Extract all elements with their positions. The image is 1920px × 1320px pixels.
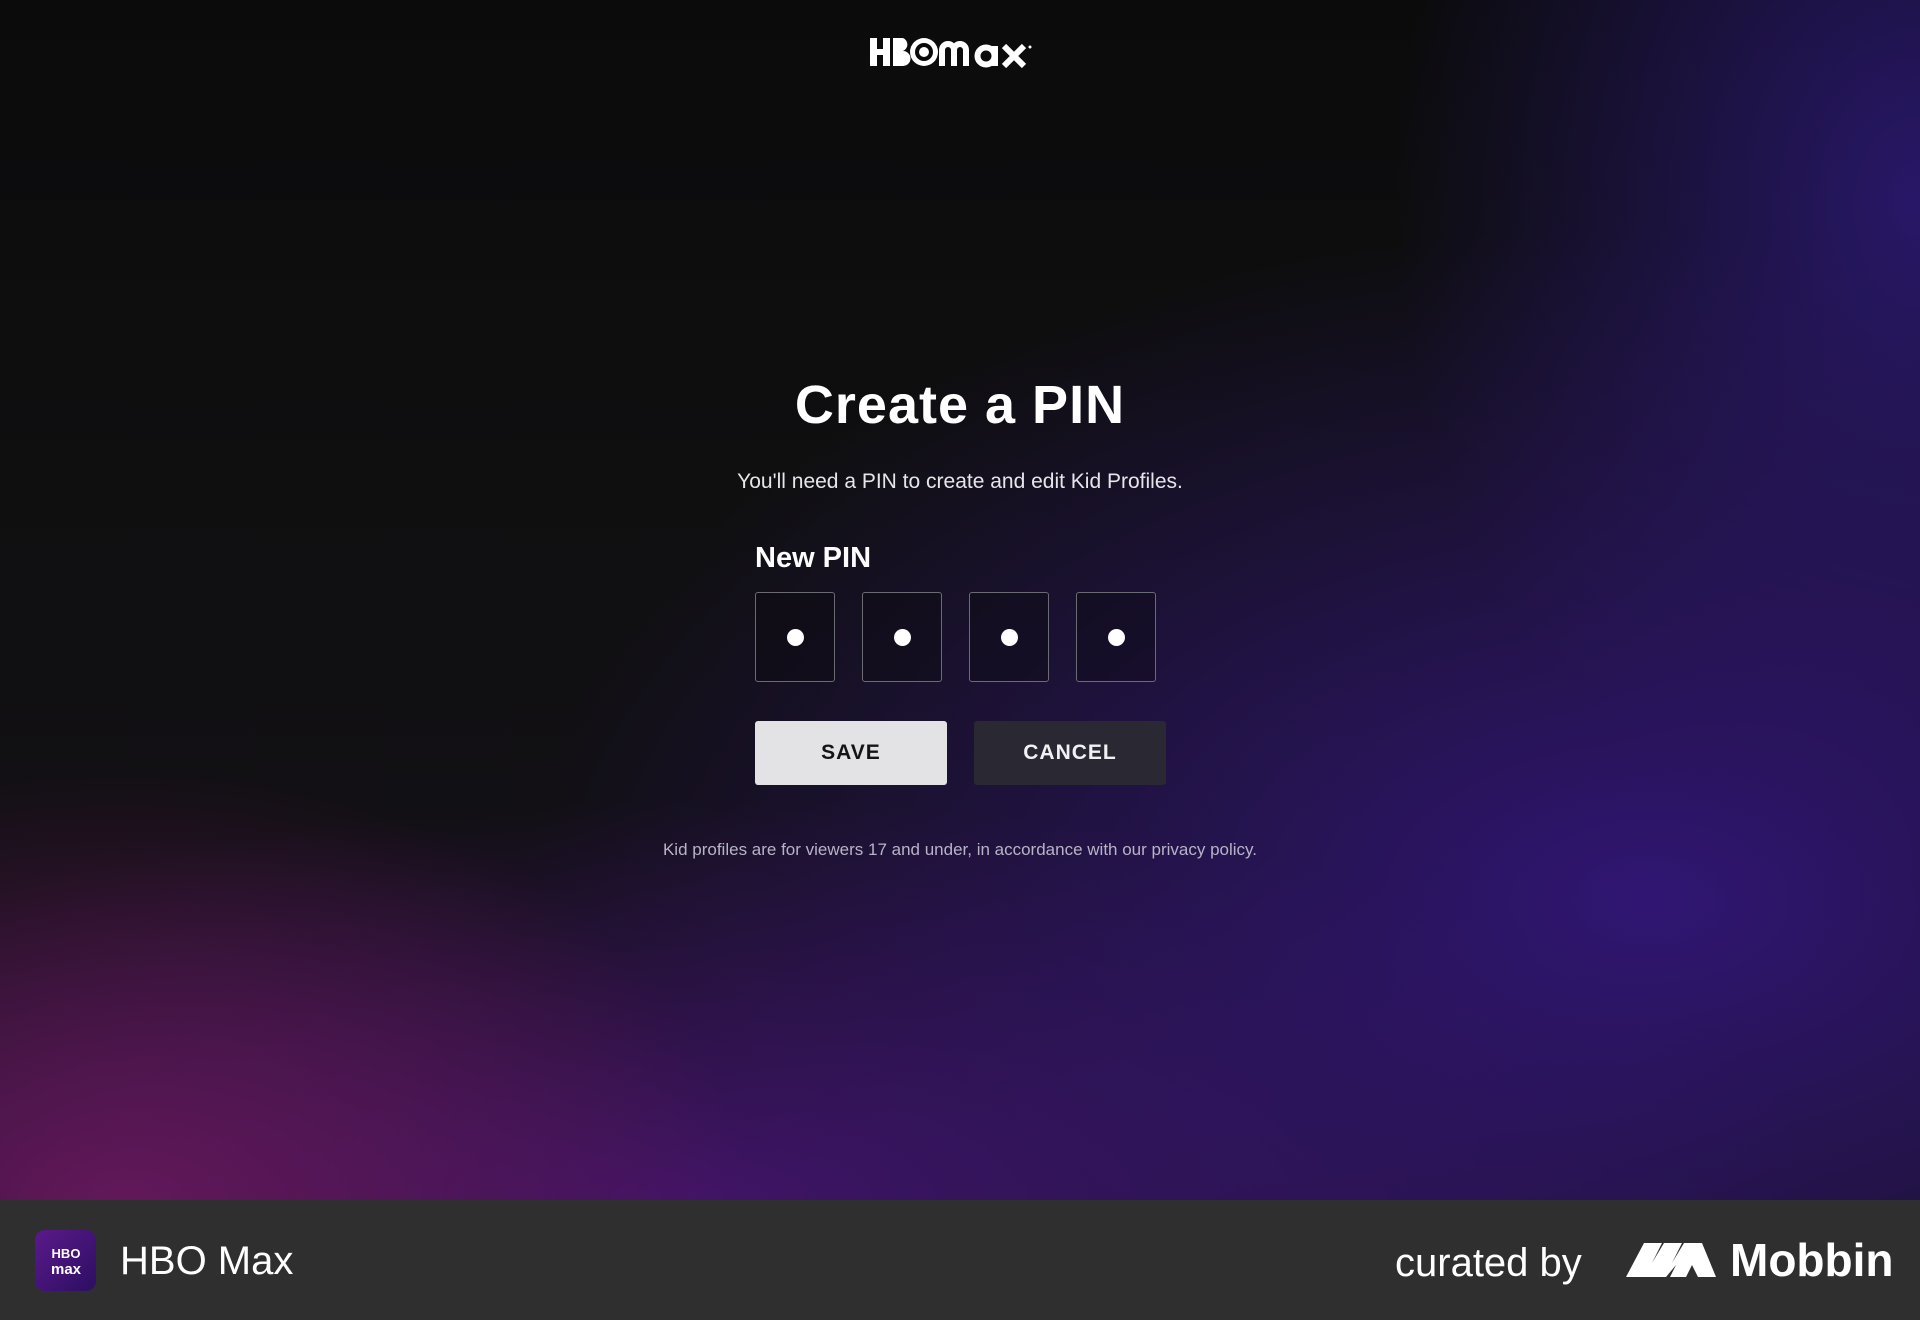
- screen-background: Create a PIN You'll need a PIN to create…: [0, 0, 1920, 1200]
- new-pin-section: New PIN: [755, 540, 1175, 682]
- save-button[interactable]: SAVE: [755, 721, 947, 785]
- pin-digit-2[interactable]: [862, 592, 942, 682]
- pin-dot-icon: [893, 628, 911, 646]
- new-pin-label: New PIN: [755, 542, 872, 574]
- svg-text:HBO: HBO: [51, 1246, 80, 1261]
- pin-digit-1[interactable]: [755, 592, 835, 682]
- mobbin-brand: Mobbin: [1730, 1234, 1894, 1286]
- mobbin-logo-icon: [1626, 1237, 1716, 1286]
- pin-input-row: [755, 592, 1175, 682]
- curated-by-label: curated by: [1395, 1241, 1582, 1285]
- hbo-max-logo-icon: [870, 38, 1032, 69]
- cancel-button[interactable]: CANCEL: [974, 721, 1166, 785]
- create-pin-panel: Create a PIN You'll need a PIN to create…: [0, 370, 1920, 496]
- kid-profile-note: Kid profiles are for viewers 17 and unde…: [662, 840, 1258, 859]
- footer-bar: HBO max HBO Max curated by Mobbin: [0, 1200, 1920, 1320]
- hbo-max-logo: [0, 34, 1920, 75]
- pin-digit-4[interactable]: [1076, 592, 1156, 682]
- pin-dot-icon: [786, 628, 804, 646]
- pin-digit-3[interactable]: [969, 592, 1049, 682]
- hbo-max-small-logo-icon: HBO max: [50, 1246, 81, 1278]
- svg-text:max: max: [50, 1261, 81, 1278]
- hbo-max-app-icon: HBO max: [35, 1230, 96, 1291]
- app-name: HBO Max: [120, 1239, 294, 1283]
- page-title: Create a PIN: [794, 375, 1126, 435]
- action-buttons: SAVE CANCEL: [755, 721, 1166, 785]
- pin-dot-icon: [1000, 628, 1018, 646]
- page-subtitle: You'll need a PIN to create and edit Kid…: [737, 470, 1183, 493]
- pin-dot-icon: [1107, 628, 1125, 646]
